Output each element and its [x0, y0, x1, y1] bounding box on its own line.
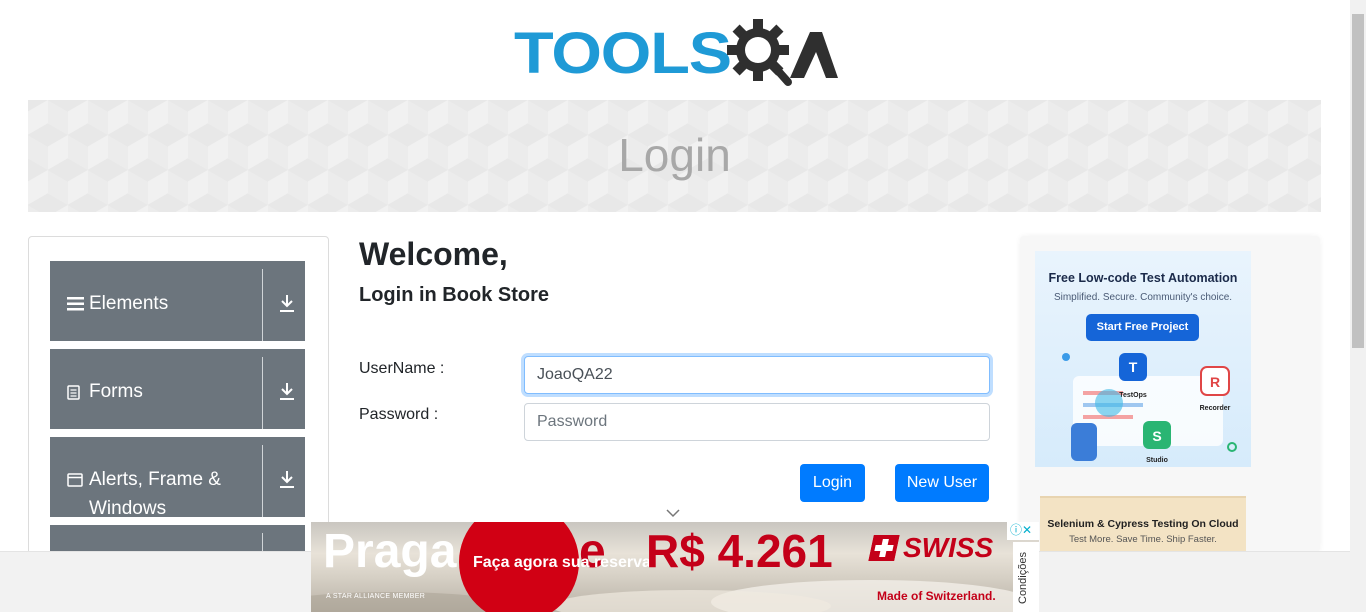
download-arrow-icon[interactable]	[278, 293, 296, 313]
ad-tagline: Made of Switzerland.	[877, 589, 996, 603]
group-label: Alerts, Frame & Windows	[89, 469, 221, 519]
ad-brand: SWISS	[903, 532, 994, 563]
page-title: Login	[618, 129, 731, 181]
password-label: Password :	[359, 406, 439, 423]
scrollbar-thumb[interactable]	[1352, 14, 1364, 348]
hamburger-icon	[67, 289, 89, 321]
group-label: Forms	[89, 381, 143, 402]
svg-text:S: S	[1152, 428, 1161, 444]
ad2-subline: Test More. Save Time. Ship Faster.	[1069, 534, 1217, 545]
chevron-down-icon[interactable]	[666, 508, 680, 518]
ad2-headline: Selenium & Cypress Testing On Cloud	[1047, 518, 1239, 530]
conditions-tab[interactable]: Condições	[1013, 542, 1039, 612]
login-button[interactable]: Login	[800, 464, 865, 502]
studio-label: Studio	[1146, 457, 1168, 464]
toolsqa-logo[interactable]: TOOLS	[514, 16, 838, 92]
katalon-ad[interactable]: Free Low-code Test Automation Simplified…	[1035, 251, 1251, 467]
ad-offer-text: Faça agora sua reserva	[473, 554, 651, 571]
window-icon	[67, 465, 89, 523]
divider	[262, 445, 263, 517]
login-subtitle: Login in Book Store	[359, 284, 549, 306]
swiss-cross-icon	[868, 535, 900, 561]
ad-city: Praga	[323, 525, 457, 578]
gear-magnifier-icon	[727, 19, 838, 86]
divider	[262, 269, 263, 341]
testops-label: TestOps	[1119, 392, 1147, 399]
swiss-airline-ad[interactable]: Praga e Faça agora sua reserva R$ 4.261 …	[311, 522, 1039, 612]
ad-close-icon[interactable]: ⓘ✕	[1007, 522, 1039, 540]
ad-alliance: A STAR ALLIANCE MEMBER	[326, 593, 426, 600]
document-icon	[67, 377, 89, 410]
group-label: Elements	[89, 293, 169, 314]
new-user-button[interactable]: New User	[895, 464, 989, 502]
svg-text:T: T	[1129, 359, 1138, 375]
automation-illustration: T TestOps R Recorder S Studio	[1062, 353, 1237, 464]
ad-price: R$ 4.261	[646, 525, 833, 577]
password-input[interactable]	[524, 403, 990, 441]
username-input[interactable]	[524, 356, 990, 394]
download-arrow-icon[interactable]	[278, 469, 296, 489]
left-panel: Elements Forms Alerts, Frame & Windows	[28, 236, 329, 566]
page-banner: Login	[28, 100, 1321, 212]
group-forms[interactable]: Forms	[50, 349, 305, 429]
download-arrow-icon[interactable]	[278, 381, 296, 401]
logo-text: TOOLS	[514, 21, 732, 86]
divider	[262, 357, 263, 429]
username-label: UserName :	[359, 360, 445, 377]
lambdatest-ad[interactable]: Selenium & Cypress Testing On Cloud Test…	[1040, 496, 1246, 552]
svg-text:R: R	[1210, 374, 1220, 390]
welcome-heading: Welcome,	[359, 236, 508, 272]
recorder-label: Recorder	[1200, 405, 1231, 412]
group-elements[interactable]: Elements	[50, 261, 305, 341]
group-alerts-frame-windows[interactable]: Alerts, Frame & Windows	[50, 437, 305, 519]
